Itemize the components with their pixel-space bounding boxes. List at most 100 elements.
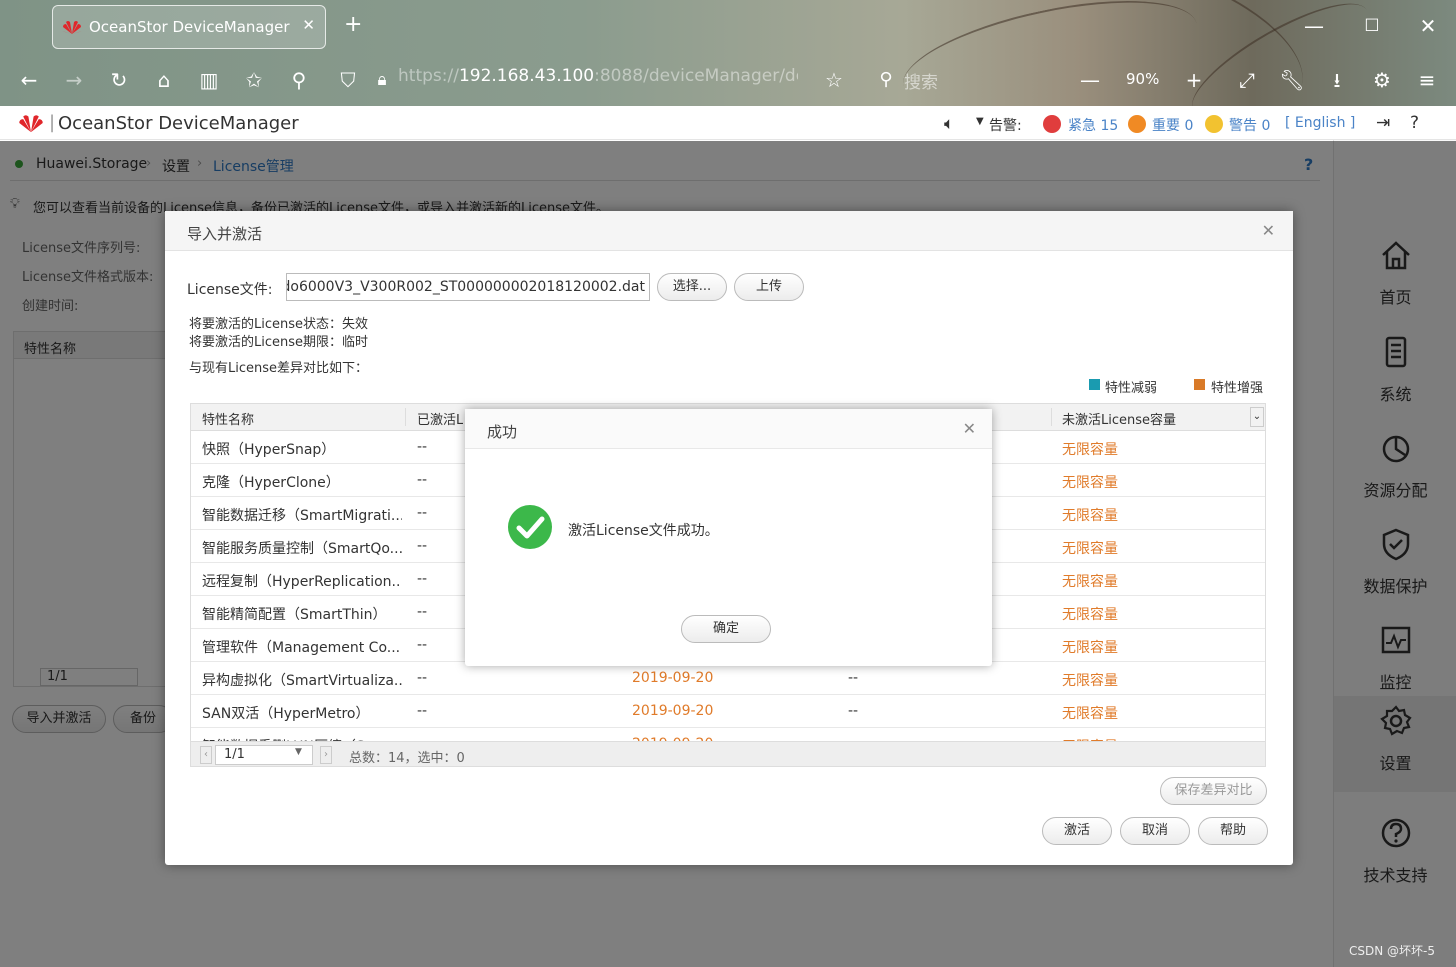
minimize-icon[interactable]: — [1300,12,1328,40]
menu-icon[interactable]: ≡ [1413,66,1441,94]
maximize-icon[interactable]: ☐ [1358,12,1386,40]
download-icon[interactable]: ⭳ [1323,66,1351,94]
legend-increase-label: 特性增强 [1211,381,1264,396]
cell-feature-name: 管理软件（Management Co... [202,640,401,656]
cell-activated: -- [417,604,428,620]
app-header: | OceanStor DeviceManager 🔈︎ ▼ 告警: 紧急 15… [0,106,1456,140]
tools-icon[interactable]: 🔧︎ [1278,66,1306,94]
choose-button[interactable]: 选择... [657,273,727,301]
shield-browser-icon[interactable]: ⛉ [334,66,362,94]
url-host: 192.168.43.100 [458,66,595,86]
window-close-icon[interactable]: ✕ [1414,12,1442,40]
cell-other: -- [848,670,859,686]
bookmark-star-icon[interactable]: ☆ [820,66,848,94]
reader-icon[interactable]: ▥ [195,66,223,94]
huawei-logo-icon [19,115,43,133]
cell-feature-name: 克隆（HyperClone） [202,475,340,491]
table-row[interactable]: 异构虚拟化（SmartVirtualiza... -- 2019-09-20 -- 无限… [191,662,1265,695]
tab-title: OceanStor DeviceManager [89,18,290,36]
legend-decrease-swatch [1089,379,1100,390]
zoom-out-icon[interactable]: — [1076,66,1104,94]
cell-expiry-date: 2019-09-20 [632,670,714,686]
cell-inactive-capacity: 无限容量 [1062,574,1118,590]
cell-feature-name: 智能服务质量控制（SmartQo... [202,541,402,557]
sound-icon[interactable]: 🔈︎ [944,114,954,134]
dropdown-caret-icon[interactable]: ▼ [976,116,984,127]
major-alarm-link[interactable]: 重要 0 [1152,115,1193,135]
close-icon[interactable]: ✕ [1262,221,1275,240]
total-count: 总数：14，选中：0 [349,751,465,766]
help-menu-icon[interactable]: ? [1410,113,1419,133]
col-inactive-capacity: 未激活License容量 [1062,413,1177,428]
url-scheme: https:// [398,66,459,86]
save-diff-button[interactable]: 保存差异对比 [1160,777,1267,805]
cell-inactive-capacity: 无限容量 [1062,541,1118,557]
zoom-in-icon[interactable]: + [1180,66,1208,94]
critical-alarm-link[interactable]: 紧急 15 [1068,115,1118,135]
activate-button[interactable]: 激活 [1042,817,1112,845]
table-row[interactable]: SAN双活（HyperMetro） -- 2019-09-20 -- 无限容量 [191,695,1265,728]
close-tab-icon[interactable]: ✕ [302,16,315,34]
browser-search-icon[interactable]: ⚲ [285,66,313,94]
critical-alarm-icon [1043,115,1061,133]
language-link[interactable]: [ English ] [1285,115,1355,131]
col-activated: 已激活L [417,413,464,428]
pager-dropdown-icon[interactable]: ▼ [295,747,302,757]
alarm-label: 告警: [989,118,1022,134]
close-icon[interactable]: ✕ [963,419,976,438]
cell-inactive-capacity: 无限容量 [1062,706,1118,722]
column-menu-icon[interactable]: ⌄ [1250,407,1264,427]
home-browser-icon[interactable]: ⌂ [150,66,178,94]
success-title: 成功 [487,423,518,441]
logout-icon[interactable]: ⇥ [1376,113,1390,133]
search-box-icon: ⚲ [879,69,893,90]
app-title: OceanStor DeviceManager [58,113,299,134]
browser-chrome: OceanStor DeviceManager ✕ + ← → ↻ ⌂ ▥ ✩ … [0,0,1456,106]
reload-icon[interactable]: ↻ [105,66,133,94]
dialog-header: 导入并激活 ✕ [165,211,1293,251]
next-page-icon[interactable]: › [320,746,332,764]
back-icon[interactable]: ← [15,66,43,94]
major-alarm-icon [1128,115,1146,133]
success-dialog-header: 成功 ✕ [465,409,992,449]
upload-button[interactable]: 上传 [734,273,804,301]
zoom-level: 90% [1126,70,1160,88]
confirm-button[interactable]: 确定 [681,615,771,643]
settings-browser-icon[interactable]: ⚙ [1368,66,1396,94]
help-button[interactable]: 帮助 [1198,817,1268,845]
cancel-button[interactable]: 取消 [1120,817,1190,845]
browser-search-input[interactable]: 搜索 [904,68,938,93]
forward-icon[interactable]: → [60,66,88,94]
license-file-field[interactable]: orado6000V3_V300R002_ST00000000201812000… [286,273,650,301]
cell-activated: -- [417,472,428,488]
col-feature-name: 特性名称 [202,413,255,428]
cell-activated: -- [417,571,428,587]
cell-inactive-capacity: 无限容量 [1062,442,1118,458]
cell-activated: -- [417,670,428,686]
cell-activated: -- [417,439,428,455]
cell-activated: -- [417,703,428,719]
legend-increase-swatch [1194,379,1205,390]
fullscreen-icon[interactable]: ⤢ [1233,66,1261,94]
col-divider [1051,408,1052,426]
warning-alarm-icon [1205,115,1223,133]
cell-feature-name: 异构虚拟化（SmartVirtualiza... [202,673,402,689]
cell-other: -- [848,703,859,719]
warning-alarm-link[interactable]: 警告 0 [1229,115,1270,135]
address-bar[interactable]: https://192.168.43.100:8088/deviceManage… [398,66,798,86]
success-check-icon [508,505,552,549]
compare-text: 与现有License差异对比如下： [189,361,369,376]
cell-inactive-capacity: 无限容量 [1062,640,1118,656]
license-term-text: 将要激活的License期限：临时 [189,335,369,350]
dialog-title: 导入并激活 [187,225,263,243]
cell-inactive-capacity: 无限容量 [1062,607,1118,623]
browser-tab[interactable]: OceanStor DeviceManager ✕ [52,5,326,49]
legend-decrease-label: 特性减弱 [1105,381,1158,396]
license-status-text: 将要激活的License状态：失效 [189,317,369,332]
collections-icon[interactable]: ✩ [240,66,268,94]
lock-icon[interactable]: 🔒︎ [368,66,396,94]
license-file-value: orado6000V3_V300R002_ST00000000201812000… [286,279,645,295]
new-tab-icon[interactable]: + [344,12,362,37]
cell-feature-name: 快照（HyperSnap） [202,442,336,458]
prev-page-icon[interactable]: ‹ [200,746,212,764]
